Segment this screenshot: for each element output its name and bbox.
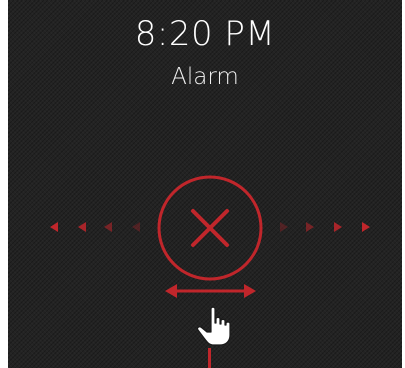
left-arrow-icon: [132, 222, 140, 232]
alarm-label: Alarm: [171, 64, 239, 90]
alarm-time: 8:20 PM: [134, 14, 276, 54]
swipe-double-arrow-icon: [165, 284, 256, 298]
dismiss-alarm-button[interactable]: [153, 175, 267, 281]
alarm-screen: 8:20 PM Alarm: [8, 0, 402, 368]
screenshot-frame: 8:20 PM Alarm: [0, 0, 405, 368]
left-swipe-hint: [46, 222, 146, 236]
left-arrow-icon: [78, 222, 86, 232]
right-arrow-icon: [362, 222, 370, 232]
right-arrow-icon: [280, 222, 288, 232]
right-arrow-icon: [306, 222, 314, 232]
swipe-guide-line: [208, 348, 211, 368]
left-arrow-icon: [104, 222, 112, 232]
left-arrow-icon: [50, 222, 58, 232]
double-arrow-icon: [163, 110, 258, 126]
pointing-hand-icon: [196, 305, 234, 347]
right-swipe-hint: [276, 222, 376, 236]
close-icon: [191, 209, 229, 247]
right-arrow-icon: [334, 222, 342, 232]
